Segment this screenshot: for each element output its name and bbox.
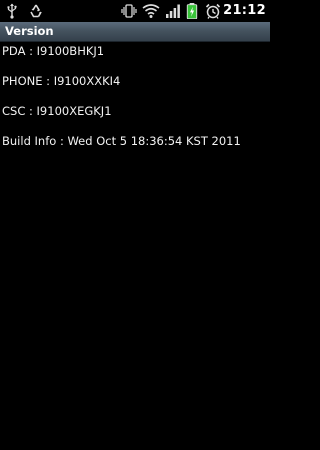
page-title: Version: [5, 24, 54, 38]
status-bar: 21:12: [0, 0, 270, 22]
wifi-icon: [142, 4, 160, 18]
status-clock: 21:12: [223, 3, 266, 18]
build-info: Build Info : Wed Oct 5 18:36:54 KST 2011: [2, 134, 241, 148]
phone-version: PHONE : I9100XXKI4: [2, 74, 121, 88]
recycle-icon: [30, 4, 42, 18]
csc-version: CSC : I9100XEGKJ1: [2, 104, 112, 118]
battery-icon: [186, 3, 198, 19]
title-bar: Version: [0, 22, 270, 42]
signal-icon: [166, 4, 180, 18]
pda-version: PDA : I9100BHKJ1: [2, 44, 105, 58]
usb-icon: [7, 3, 17, 19]
vibrate-icon: [121, 4, 137, 18]
alarm-icon: [205, 3, 221, 19]
